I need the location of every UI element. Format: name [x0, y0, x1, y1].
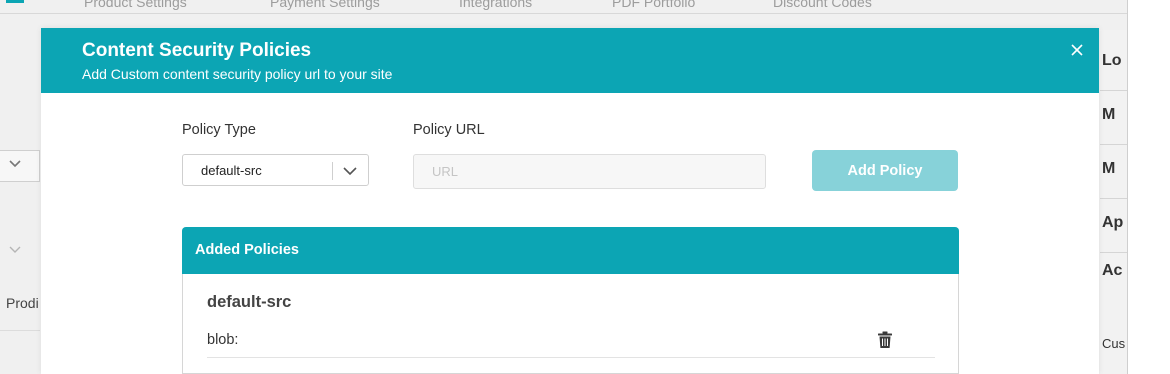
policy-type-select[interactable]: default-src — [182, 154, 369, 186]
background-product-label: Prodi — [6, 295, 39, 311]
policy-type-selected-value: default-src — [201, 163, 262, 178]
divider — [1100, 90, 1128, 91]
added-policies-title: Added Policies — [195, 242, 299, 258]
tab-product-settings[interactable]: Product Settings — [84, 0, 187, 10]
right-panel-item: M — [1102, 106, 1116, 123]
policy-type-label: Policy Type — [182, 122, 256, 138]
tab-integrations[interactable]: Integrations — [459, 0, 532, 10]
tab-discount-codes[interactable]: Discount Codes — [773, 0, 872, 10]
tab-pdf-portfolio[interactable]: PDF Portfolio — [612, 0, 695, 10]
added-policies-panel: Added Policies default-src blob: — [182, 227, 959, 374]
tab-payment-settings[interactable]: Payment Settings — [270, 0, 380, 10]
policy-url-input[interactable] — [413, 154, 766, 189]
content-security-policies-modal: Content Security Policies Add Custom con… — [41, 28, 1099, 374]
modal-subtitle: Add Custom content security policy url t… — [82, 66, 393, 82]
right-panel-item: Ac — [1102, 262, 1123, 279]
added-policies-header: Added Policies — [182, 227, 959, 274]
modal-header: Content Security Policies Add Custom con… — [41, 28, 1099, 93]
add-policy-button[interactable]: Add Policy — [812, 150, 958, 191]
settings-tab-bar: Product Settings Payment Settings Integr… — [0, 0, 1128, 14]
divider — [1100, 198, 1128, 199]
divider — [0, 330, 40, 331]
policy-row: blob: — [207, 321, 935, 358]
right-panel-item: Ap — [1102, 214, 1124, 231]
window-edge — [1128, 0, 1170, 374]
policy-group-title: default-src — [207, 293, 292, 311]
chevron-down-icon — [9, 160, 21, 168]
chevron-down-icon — [343, 167, 357, 176]
window-edge-line — [1127, 0, 1128, 374]
divider — [1100, 144, 1128, 145]
right-panel-small-label: Cus — [1102, 336, 1126, 351]
trash-icon[interactable] — [877, 331, 893, 349]
policy-url-label: Policy URL — [413, 122, 485, 138]
modal-title: Content Security Policies — [82, 40, 312, 61]
background-right-panel: Lo M M Ap Ac Cus — [1100, 30, 1128, 374]
right-panel-item: M — [1102, 160, 1116, 177]
right-panel-item: Lo — [1102, 52, 1122, 69]
select-divider — [332, 162, 333, 180]
chevron-down-icon — [9, 246, 21, 253]
background-select[interactable] — [0, 150, 40, 182]
policy-url-value: blob: — [207, 332, 239, 348]
active-tab-indicator — [6, 0, 24, 3]
divider — [1100, 252, 1128, 253]
close-icon[interactable] — [1067, 40, 1087, 60]
